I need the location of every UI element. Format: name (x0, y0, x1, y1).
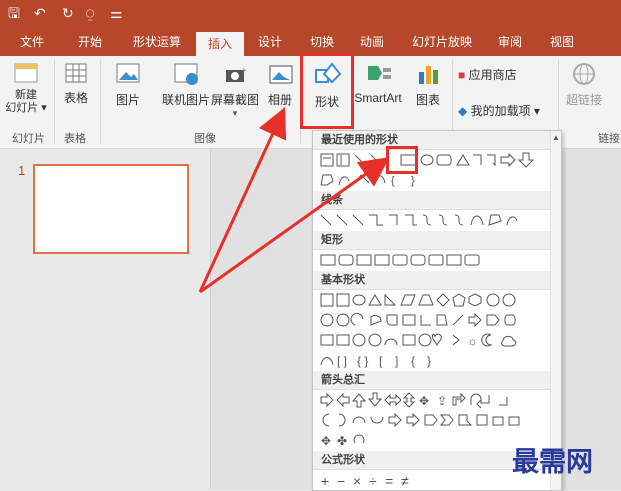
arrow-to-rectangle (199, 157, 390, 294)
annotation-arrows (198, 107, 390, 294)
watermark: 最需网 (512, 447, 593, 478)
arrow-to-shapes-button (198, 107, 287, 293)
